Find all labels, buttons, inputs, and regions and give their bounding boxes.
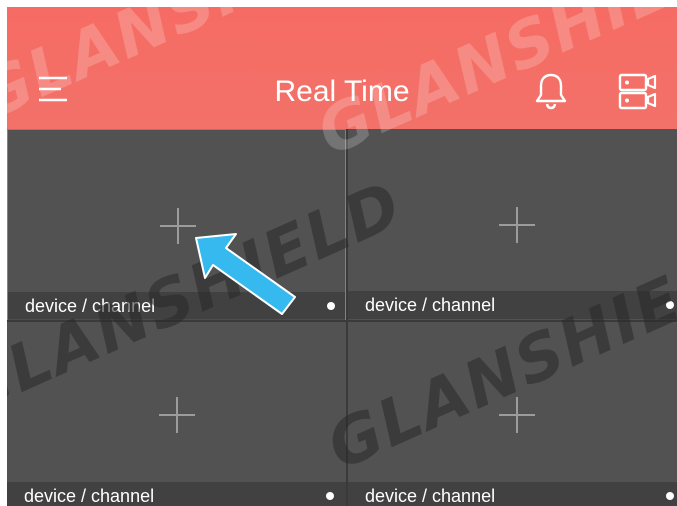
status-dot-icon xyxy=(326,492,334,500)
device-manager-icon xyxy=(618,73,657,110)
video-cell-2[interactable]: device / channel xyxy=(348,129,677,320)
device-channel-label: device / channel xyxy=(365,486,496,506)
device-channel-label: device / channel xyxy=(365,295,496,315)
device-channel-label: device / channel xyxy=(25,296,156,316)
bell-icon xyxy=(535,73,567,110)
notifications-button[interactable] xyxy=(533,71,569,111)
plus-icon[interactable] xyxy=(499,207,535,243)
video-cell-1[interactable]: device / channel xyxy=(7,129,346,320)
video-grid: device / channel device / channel device… xyxy=(7,129,677,506)
plus-icon[interactable] xyxy=(160,208,196,244)
cell-label-bar: device / channel xyxy=(8,292,345,320)
status-dot-icon xyxy=(666,492,674,500)
app-frame: Real Time device / channel device / chan… xyxy=(7,7,677,506)
device-channel-label: device / channel xyxy=(24,486,155,506)
video-cell-3[interactable]: device / channel xyxy=(7,322,346,506)
video-cell-4[interactable]: device / channel xyxy=(348,322,677,506)
app-header: Real Time xyxy=(7,7,677,129)
cell-label-bar: device / channel xyxy=(7,482,346,506)
cell-label-bar: device / channel xyxy=(348,291,677,319)
cell-label-bar: device / channel xyxy=(348,482,677,506)
status-dot-icon xyxy=(327,302,335,310)
status-dot-icon xyxy=(666,301,674,309)
page-title: Real Time xyxy=(274,75,410,108)
plus-icon[interactable] xyxy=(499,397,535,433)
device-manager-button[interactable] xyxy=(617,73,659,111)
plus-icon[interactable] xyxy=(159,397,195,433)
